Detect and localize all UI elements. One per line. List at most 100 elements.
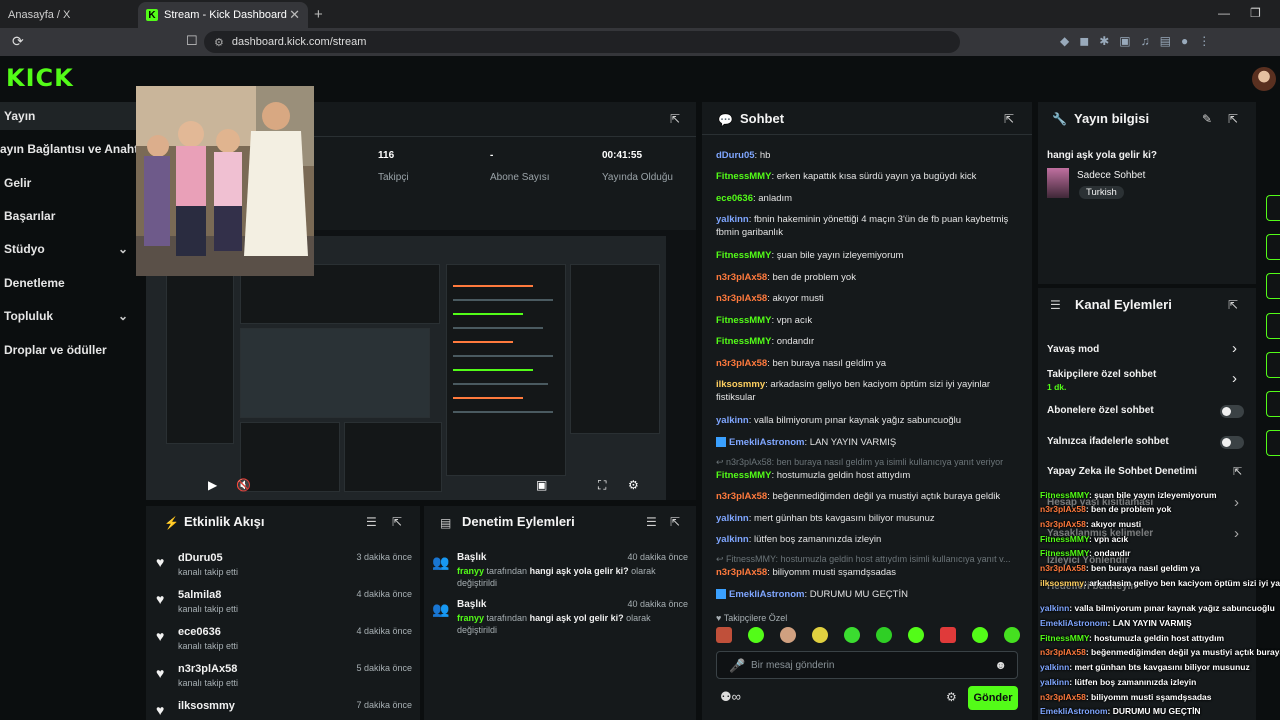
chevron-right-icon[interactable]: › — [1232, 370, 1237, 387]
mute-icon[interactable]: 🔇 — [236, 478, 251, 492]
extension-icon[interactable]: ◆ — [1060, 34, 1069, 48]
emote-icon[interactable] — [876, 627, 892, 643]
points-icon[interactable]: ⚉∞ — [720, 689, 741, 705]
gear-icon[interactable]: ⚙ — [628, 478, 639, 492]
sidebar-item-gelir[interactable]: Gelir — [0, 169, 136, 197]
kick-logo[interactable]: KICK — [6, 64, 74, 92]
chat-input[interactable]: 🎤 Bir mesaj gönderin ☻ — [716, 651, 1018, 679]
feed-user[interactable]: 5almila8 — [178, 589, 221, 601]
new-tab-icon[interactable]: + — [314, 6, 323, 23]
emote-icon[interactable] — [940, 627, 956, 643]
menu-icon[interactable]: ⋮ — [1198, 34, 1210, 48]
chat-message[interactable]: yalkinn: mert günhan bts kavgasını biliy… — [716, 512, 1016, 525]
side-tool-button[interactable] — [1266, 313, 1280, 339]
extension-icon[interactable]: ▣ — [1119, 34, 1130, 48]
chat-message[interactable]: EmekliAstronom: DURUMU MU GEÇTİN — [716, 588, 1016, 601]
gear-icon[interactable]: ⚙ — [946, 690, 957, 704]
filter-icon[interactable]: ☰ — [366, 515, 377, 529]
side-tool-button[interactable] — [1266, 234, 1280, 260]
sidebar-item-basarilar[interactable]: Başarılar — [0, 202, 136, 230]
chat-message[interactable]: n3r3plAx58: ben buraya nasıl geldim ya — [716, 357, 1016, 370]
chat-message[interactable]: n3r3plAx58: akıyor musti — [716, 292, 1016, 305]
reload-icon[interactable]: ⟳ — [12, 33, 24, 50]
microphone-icon[interactable]: 🎤 — [729, 658, 745, 674]
followers-only-row[interactable]: Takipçilere özel sohbet — [1047, 369, 1247, 380]
emoji-icon[interactable]: ☻ — [994, 658, 1007, 672]
browser-tab-kick[interactable]: K Stream - Kick Dashboard ✕ — [138, 2, 308, 28]
music-icon[interactable]: ♫ — [1141, 34, 1150, 48]
popout-icon[interactable]: ⇱ — [670, 112, 680, 126]
chat-message[interactable]: ilksosmmy: arkadasim geliyo ben kaciyom … — [716, 378, 1016, 404]
pip-icon[interactable]: ▣ — [536, 478, 547, 492]
bookmark-icon[interactable]: ☐ — [186, 33, 198, 49]
chat-message[interactable]: FitnessMMY: şuan bile yayın izleyemiyoru… — [716, 249, 1016, 262]
chat-message[interactable]: EmekliAstronom: LAN YAYIN VARMIŞ — [716, 436, 1016, 449]
popout-icon[interactable]: ⇱ — [1228, 112, 1238, 126]
feed-user[interactable]: ece0636 — [178, 626, 221, 638]
chat-message[interactable]: FitnessMMY: hostumuzla geldin host attıy… — [716, 469, 1016, 482]
side-tool-button[interactable] — [1266, 273, 1280, 299]
extension-icon[interactable]: ◼ — [1079, 34, 1089, 48]
send-button[interactable]: Gönder — [968, 686, 1018, 710]
sidebar-icon[interactable]: ▤ — [1160, 34, 1171, 48]
subscribers-only-toggle[interactable] — [1220, 405, 1244, 418]
chat-message[interactable]: FitnessMMY: vpn acık — [716, 314, 1016, 327]
chat-message[interactable]: dDuru05: hb — [716, 149, 1016, 162]
sliders-icon: ☰ — [1050, 298, 1061, 312]
chat-message[interactable]: n3r3plAx58: beğenmediğimden değil ya mus… — [716, 490, 1032, 503]
sidebar-item-yayin[interactable]: Yayın — [0, 102, 136, 130]
popout-icon[interactable]: ⇱ — [392, 515, 402, 529]
browser-tab-x[interactable]: Anasayfa / X — [0, 2, 132, 28]
emote-icon[interactable] — [844, 627, 860, 643]
emote-icon[interactable] — [748, 627, 764, 643]
side-tool-button[interactable] — [1266, 352, 1280, 378]
popout-icon[interactable]: ⇱ — [1004, 112, 1014, 126]
emote-icon[interactable] — [780, 627, 796, 643]
category-name[interactable]: Sadece Sohbet — [1077, 170, 1145, 181]
filter-icon[interactable]: ☰ — [646, 515, 657, 529]
puzzle-icon[interactable]: ✱ — [1099, 34, 1109, 48]
site-settings-icon[interactable]: ⚙ — [214, 36, 224, 49]
chat-message[interactable]: yalkinn: lütfen boş zamanınızda izleyin — [716, 533, 1016, 546]
emote-icon[interactable] — [972, 627, 988, 643]
feed-user[interactable]: ilksosmmy — [178, 700, 235, 712]
emote-icon[interactable] — [716, 627, 732, 643]
emote-icon[interactable] — [908, 627, 924, 643]
sidebar-item-stream-key[interactable]: ayın Bağlantısı ve Anahtarı — [0, 135, 136, 163]
chevron-right-icon[interactable]: › — [1232, 340, 1237, 357]
chat-message[interactable]: FitnessMMY: ondandır — [716, 335, 1016, 348]
popout-icon[interactable]: ⇱ — [1228, 298, 1238, 312]
maximize-icon[interactable]: ❐ — [1250, 6, 1261, 20]
feed-user[interactable]: n3r3plAx58 — [178, 663, 237, 675]
slow-mode-row[interactable]: Yavaş mod — [1047, 344, 1247, 355]
address-bar[interactable]: ⚙ dashboard.kick.com/stream — [204, 31, 960, 53]
sidebar-item-studyo[interactable]: Stüdyo ⌄ — [0, 235, 136, 263]
fullscreen-icon[interactable]: ⛶ — [598, 478, 606, 493]
sidebar-item-topluluk[interactable]: Topluluk ⌄ — [0, 302, 136, 330]
side-tool-button[interactable] — [1266, 195, 1280, 221]
minimize-icon[interactable]: — — [1218, 6, 1230, 20]
profile-icon[interactable]: ● — [1181, 34, 1188, 48]
ai-moderation-row[interactable]: Yapay Zeka ile Sohbet Denetimi — [1047, 466, 1247, 477]
chat-message[interactable]: FitnessMMY: erken kapattık kısa sürdü ya… — [716, 170, 1016, 183]
emote-icon[interactable] — [812, 627, 828, 643]
emotes-only-toggle[interactable] — [1220, 436, 1244, 449]
popout-icon[interactable]: ⇱ — [670, 515, 680, 529]
external-link-icon[interactable]: ⇱ — [1233, 465, 1242, 478]
side-tool-button[interactable] — [1266, 430, 1280, 456]
chat-message[interactable]: yalkinn: valla bilmiyorum pınar kaynak y… — [716, 414, 1016, 427]
emote-icon[interactable] — [1004, 627, 1020, 643]
close-icon[interactable]: ✕ — [289, 7, 300, 23]
feed-user[interactable]: dDuru05 — [178, 552, 223, 564]
list-item: ♥ ilksosmmy 7 dakika önce — [156, 700, 412, 720]
sidebar-item-denetleme[interactable]: Denetleme — [0, 269, 136, 297]
pencil-icon[interactable]: ✎ — [1202, 112, 1212, 126]
side-tool-button[interactable] — [1266, 391, 1280, 417]
chat-message[interactable]: yalkinn: fbnin hakeminin yönettiği 4 maç… — [716, 213, 1016, 239]
play-icon[interactable]: ▶ — [208, 478, 217, 492]
sidebar-item-droplar[interactable]: Droplar ve ödüller — [0, 336, 136, 364]
chat-message[interactable]: ece0636: anladım — [716, 192, 1016, 205]
chat-message[interactable]: n3r3plAx58: ben de problem yok — [716, 271, 1016, 284]
chat-message[interactable]: n3r3plAx58: biliyomm musti sşamdşsadas — [716, 566, 1016, 579]
avatar[interactable] — [1252, 67, 1276, 91]
